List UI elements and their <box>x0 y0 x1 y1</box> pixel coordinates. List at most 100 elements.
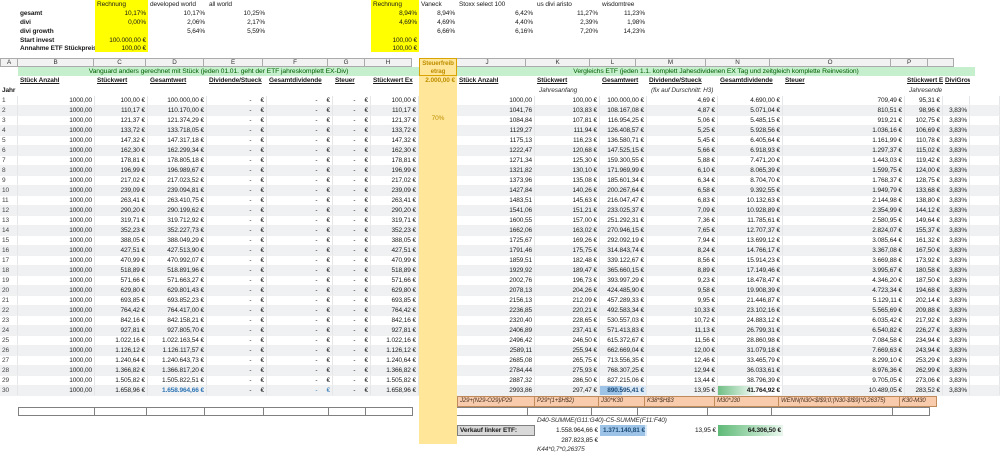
cell-N28[interactable]: 36.033,61 € <box>718 366 783 375</box>
cell-A7[interactable]: 7 <box>0 156 18 165</box>
cell-D27[interactable]: 1.240.643,73 € <box>148 356 207 365</box>
top-cell-K1[interactable]: us divi aristo <box>535 0 600 9</box>
cell-D28[interactable]: 1.366.817,20 € <box>148 366 207 375</box>
cell-O15[interactable]: 3.085,64 € <box>783 236 905 245</box>
cell-H1[interactable]: 100,00 € <box>371 96 419 105</box>
cell-P10[interactable]: 133,68 € <box>905 186 943 195</box>
cell-A19[interactable]: 19 <box>0 276 18 285</box>
right-header-2[interactable]: Gesamtwert <box>600 76 647 86</box>
cell-G3[interactable]: -€ <box>333 116 371 125</box>
cell-B12[interactable]: 1000,00 <box>18 206 95 215</box>
cell-L24[interactable]: 571.413,83 € <box>600 326 647 335</box>
cell-N22[interactable]: 23.102,16 € <box>718 306 783 315</box>
cell-G19[interactable]: -€ <box>333 276 371 285</box>
cell-P23[interactable]: 217,92 € <box>905 316 943 325</box>
cell-P19[interactable]: 187,50 € <box>905 276 943 285</box>
cell-D19[interactable]: 571.663,27 € <box>148 276 207 285</box>
cell-B22[interactable]: 1000,00 <box>18 306 95 315</box>
cell-K6[interactable]: 120,68 € <box>535 146 600 155</box>
cell-C8[interactable]: 196,99 € <box>95 166 148 175</box>
cell-L10[interactable]: 200.267,64 € <box>600 186 647 195</box>
cell-F4[interactable]: -€ <box>267 126 333 135</box>
top-cell-J2[interactable]: 6,42% <box>457 9 535 18</box>
cell-B29[interactable]: 1000,00 <box>18 376 95 385</box>
cell-Q24[interactable]: 3,83% <box>943 326 970 335</box>
top-cell-C1[interactable]: Rechnung <box>95 0 148 9</box>
cell-M12[interactable]: 7,09 € <box>647 206 718 215</box>
cell-D5[interactable]: 147.317,18 € <box>148 136 207 145</box>
empty-bordered-L[interactable] <box>591 407 638 416</box>
steuerfreibetrag-value[interactable]: 2.000,00 € <box>419 76 457 86</box>
cell-H13[interactable]: 319,71 € <box>371 216 419 225</box>
jahr-label[interactable]: Jahr <box>0 86 18 96</box>
cell-L5[interactable]: 136.580,71 € <box>600 136 647 145</box>
cell-B2[interactable]: 1000,00 <box>18 106 95 115</box>
cell-G12[interactable]: -€ <box>333 206 371 215</box>
subheader-dividende-fix[interactable]: (fix auf Durschnitt: H3) <box>649 86 720 96</box>
cell-J6[interactable]: 1222,47 <box>457 146 535 155</box>
cell-K29[interactable]: 286,50 € <box>535 376 600 385</box>
cell-K27[interactable]: 265,75 € <box>535 356 600 365</box>
col-letter-A[interactable]: A <box>0 58 18 67</box>
cell-H3[interactable]: 121,37 € <box>371 116 419 125</box>
cell-E1[interactable]: -€ <box>207 96 267 105</box>
right-header-6[interactable]: Stückwert Ex <box>905 76 943 86</box>
cell-A30[interactable]: 30 <box>0 386 18 395</box>
cell-E25[interactable]: -€ <box>207 336 267 345</box>
cell-P22[interactable]: 209,88 € <box>905 306 943 315</box>
cell-J18[interactable]: 1929,92 <box>457 266 535 275</box>
cell-K11[interactable]: 145,63 € <box>535 196 600 205</box>
cell-N12[interactable]: 10.928,89 € <box>718 206 783 215</box>
cell-C18[interactable]: 518,89 € <box>95 266 148 275</box>
cell-B24[interactable]: 1000,00 <box>18 326 95 335</box>
cell-A26[interactable]: 26 <box>0 346 18 355</box>
formula-cell-P[interactable]: K30-M30 <box>899 396 937 407</box>
cell-G16[interactable]: -€ <box>333 246 371 255</box>
cell-H2[interactable]: 110,17 € <box>371 106 419 115</box>
cell-L16[interactable]: 314.843,74 € <box>600 246 647 255</box>
cell-E17[interactable]: -€ <box>207 256 267 265</box>
cell-L1[interactable]: 100.000,00 € <box>600 96 647 105</box>
cell-A6[interactable]: 6 <box>0 146 18 155</box>
cell-A29[interactable]: 29 <box>0 376 18 385</box>
cell-N17[interactable]: 15.914,23 € <box>718 256 783 265</box>
cell-B6[interactable]: 1000,00 <box>18 146 95 155</box>
cell-J21[interactable]: 2156,13 <box>457 296 535 305</box>
cell-J5[interactable]: 1175,13 <box>457 136 535 145</box>
right-header-4[interactable]: Gesamtdividende <box>718 76 783 86</box>
cell-B17[interactable]: 1000,00 <box>18 256 95 265</box>
cell-C21[interactable]: 693,85 € <box>95 296 148 305</box>
cell-C15[interactable]: 388,05 € <box>95 236 148 245</box>
cell-O1[interactable]: 709,49 € <box>783 96 905 105</box>
top-cell-H2[interactable]: 8,94% <box>371 9 419 18</box>
cell-E20[interactable]: -€ <box>207 286 267 295</box>
cell-Q22[interactable]: 3,83% <box>943 306 970 315</box>
sum-formula-cell[interactable]: D40-SUMME(G11:G40)-C5-SUMME(F11:F40) <box>537 416 667 425</box>
cell-P6[interactable]: 115,02 € <box>905 146 943 155</box>
top-cell-D2[interactable]: 10,17% <box>148 9 207 18</box>
cell-O14[interactable]: 2.824,07 € <box>783 226 905 235</box>
empty-bordered-P[interactable] <box>892 407 930 416</box>
cell-H15[interactable]: 388,05 € <box>371 236 419 245</box>
top-cell-H3[interactable]: 4,69% <box>371 18 419 27</box>
cell-B8[interactable]: 1000,00 <box>18 166 95 175</box>
cell-F12[interactable]: -€ <box>267 206 333 215</box>
cell-M25[interactable]: 11,56 € <box>647 336 718 345</box>
cell-F16[interactable]: -€ <box>267 246 333 255</box>
cell-B19[interactable]: 1000,00 <box>18 276 95 285</box>
formula-cell-N[interactable]: M30*J30 <box>714 396 779 407</box>
right-header-7[interactable]: DiviGrowth <box>943 76 970 86</box>
cell-A3[interactable]: 3 <box>0 116 18 125</box>
cell-L14[interactable]: 270.946,15 € <box>600 226 647 235</box>
verkauf-value-k[interactable]: 1.558.964,66 € <box>535 425 600 436</box>
cell-O19[interactable]: 4.346,20 € <box>783 276 905 285</box>
cell-H10[interactable]: 239,09 € <box>371 186 419 195</box>
cell-G24[interactable]: -€ <box>333 326 371 335</box>
cell-K3[interactable]: 107,81 € <box>535 116 600 125</box>
cell-P20[interactable]: 194,68 € <box>905 286 943 295</box>
cell-C28[interactable]: 1.366,82 € <box>95 366 148 375</box>
cell-P21[interactable]: 202,14 € <box>905 296 943 305</box>
cell-A5[interactable]: 5 <box>0 136 18 145</box>
empty-bordered-H[interactable] <box>365 407 413 416</box>
cell-J9[interactable]: 1373,96 <box>457 176 535 185</box>
